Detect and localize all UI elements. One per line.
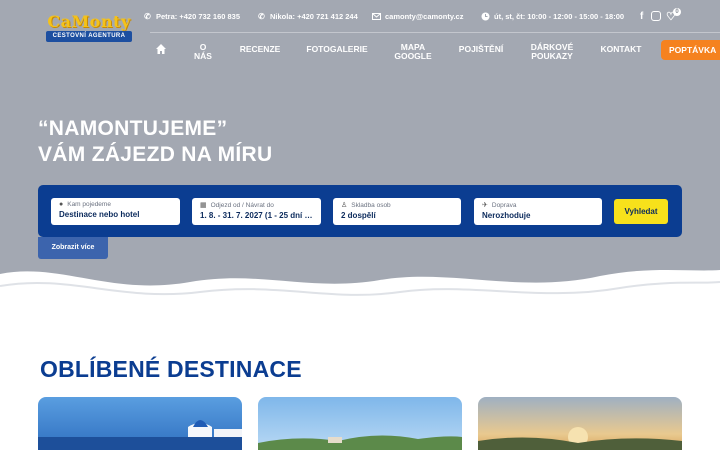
phone-icon: ✆ [144, 11, 151, 21]
calendar-icon: ▦ [200, 202, 207, 209]
nav-insurance[interactable]: POJIŠTĚNÍ [455, 45, 507, 54]
nav-map-line2: GOOGLE [394, 51, 432, 61]
site-logo[interactable]: CaMonty CESTOVNÍ AGENTURA [44, 12, 134, 44]
contact-phone-nikola[interactable]: ✆ Nikola: +420 721 412 244 [257, 10, 358, 22]
travelers-field[interactable]: ♙ Skladba osob 2 dospělí [333, 198, 461, 225]
date-range-label-text: Odjezd od / Návrat do [210, 201, 274, 209]
destination-label: ● Kam pojedeme [59, 201, 172, 208]
destination-card[interactable] [38, 397, 242, 450]
travelers-label-text: Skladba osob [351, 201, 391, 209]
contact-phone-petra[interactable]: ✆ Petra: +420 732 160 835 [143, 10, 240, 22]
facebook-icon[interactable]: f [640, 9, 643, 23]
nav-vouchers[interactable]: DÁRKOVÉ POUKAZY [525, 43, 579, 61]
destination-card-image [258, 397, 462, 450]
logo-text: CaMonty [47, 12, 131, 31]
contact-email-text: camonty@camonty.cz [385, 11, 464, 21]
nav-contact[interactable]: KONTAKT [596, 45, 646, 54]
destination-card-image [478, 397, 682, 450]
transport-label-text: Doprava [491, 201, 517, 209]
nav-divider [150, 32, 720, 33]
nav-map[interactable]: MAPA GOOGLE [390, 43, 436, 61]
destination-card[interactable] [478, 397, 682, 450]
logo-subtitle: CESTOVNÍ AGENTURA [46, 31, 132, 42]
search-button[interactable]: Vyhledat [614, 199, 668, 224]
opening-hours-text: út, st, čt: 10:00 - 12:00 - 15:00 - 18:0… [494, 11, 625, 21]
date-range-field[interactable]: ▦ Odjezd od / Návrat do 1. 8. - 31. 7. 2… [192, 198, 321, 225]
nav-about-line2: NÁS [194, 51, 212, 61]
search-panel: ● Kam pojedeme Destinace nebo hotel ▦ Od… [38, 185, 682, 237]
contact-phone-petra-text: Petra: +420 732 160 835 [156, 11, 241, 21]
travelers-value: 2 dospělí [341, 211, 376, 220]
instagram-icon[interactable] [651, 11, 661, 21]
people-icon: ♙ [341, 202, 348, 209]
transport-label: ✈ Doprava [482, 201, 594, 210]
date-range-value: 1. 8. - 31. 7. 2027 (1 - 25 dní a ví... [200, 211, 313, 220]
transport-value: Nerozhoduje [482, 211, 531, 220]
destination-card[interactable] [258, 397, 462, 450]
contact-email[interactable]: camonty@camonty.cz [372, 10, 463, 22]
show-more-button[interactable]: Zobrazit více [38, 237, 108, 259]
envelope-icon [372, 12, 381, 21]
inquiry-button[interactable]: POPTÁVKA [661, 40, 720, 60]
wishlist-count-badge: 0 [673, 8, 681, 16]
phone-icon: ✆ [258, 11, 265, 21]
nav-vouchers-line2: POUKAZY [531, 51, 573, 61]
opening-hours: út, st, čt: 10:00 - 12:00 - 15:00 - 18:0… [481, 10, 624, 22]
nav-gallery[interactable]: FOTOGALERIE [302, 45, 372, 54]
nav-reviews[interactable]: RECENZE [236, 45, 284, 54]
hero-headline-line2: VÁM ZÁJEZD NA MÍRU [38, 143, 273, 166]
hero-wave-divider [0, 270, 720, 322]
destination-value: Destinace nebo hotel [59, 210, 140, 219]
date-range-label: ▦ Odjezd od / Návrat do [200, 201, 313, 210]
airplane-icon: ✈ [482, 202, 488, 209]
home-icon[interactable] [155, 43, 167, 55]
map-pin-icon: ● [59, 201, 64, 208]
contact-phone-nikola-text: Nikola: +420 721 412 244 [270, 11, 358, 21]
destination-field[interactable]: ● Kam pojedeme Destinace nebo hotel [51, 198, 180, 225]
destination-label-text: Kam pojedeme [67, 201, 111, 208]
travelers-label: ♙ Skladba osob [341, 201, 453, 210]
hero-headline-line1: “NAMONTUJEME” [38, 117, 228, 140]
destination-card-image [38, 397, 242, 450]
clock-icon [481, 12, 490, 21]
nav-about[interactable]: O NÁS [194, 43, 212, 61]
popular-destinations-title: OBLÍBENÉ DESTINACE [40, 356, 302, 382]
transport-field[interactable]: ✈ Doprava Nerozhoduje [474, 198, 602, 225]
